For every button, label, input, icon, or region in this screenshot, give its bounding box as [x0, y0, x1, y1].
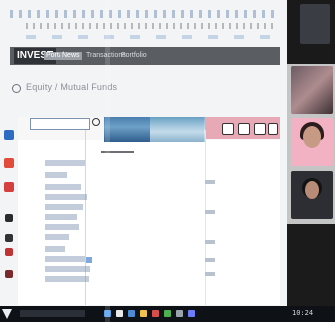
app-icon[interactable] [4, 130, 14, 140]
taskbar-app-icon[interactable] [116, 310, 123, 317]
avatar-face [303, 126, 321, 148]
list-item[interactable] [45, 184, 81, 190]
app-icon[interactable] [4, 182, 14, 192]
taskbar-app-icon[interactable] [176, 310, 183, 317]
profile-icon[interactable] [238, 123, 250, 135]
column-divider [205, 130, 206, 305]
participant-tile[interactable] [291, 171, 333, 219]
list-item[interactable] [45, 194, 87, 200]
taskbar-app-icon[interactable] [128, 310, 135, 317]
taskbar-search[interactable] [20, 310, 85, 317]
list-item[interactable] [45, 266, 90, 272]
photo-glare [105, 0, 110, 322]
browser-toolbar[interactable] [10, 10, 280, 18]
list-item[interactable] [45, 204, 83, 210]
list-value [205, 180, 215, 184]
monitor-edge-detail [300, 4, 330, 44]
address-bar[interactable] [26, 35, 278, 39]
list-item[interactable] [45, 214, 77, 220]
taskbar-app-icon[interactable] [152, 310, 159, 317]
nav-tab-news[interactable]: News [60, 52, 82, 60]
list-item[interactable] [45, 160, 85, 166]
list-item[interactable] [45, 256, 85, 262]
app-icon[interactable] [5, 234, 13, 242]
left-dock [0, 110, 18, 310]
user-icon[interactable] [222, 123, 234, 135]
app-icon[interactable] [5, 214, 13, 222]
account-selector[interactable] [30, 118, 90, 130]
bookmarks-bar[interactable] [26, 23, 276, 29]
list-item[interactable] [45, 246, 65, 252]
list-value [205, 210, 215, 214]
list-item[interactable] [45, 276, 89, 282]
app-icon[interactable] [4, 158, 14, 168]
participant-tile[interactable] [291, 66, 333, 114]
avatar-face [305, 181, 319, 199]
list-item[interactable] [45, 224, 79, 230]
menu-icon[interactable] [268, 123, 278, 135]
settings-icon[interactable] [254, 123, 266, 135]
search-icon[interactable] [92, 118, 100, 126]
app-icon[interactable] [5, 248, 13, 256]
banner-image-2 [150, 117, 205, 142]
participant-tile[interactable] [291, 118, 333, 166]
taskbar-app-icon[interactable] [164, 310, 171, 317]
list-value [205, 272, 215, 276]
screen: INVEST Portal News Transactions Portfoli… [0, 0, 335, 322]
page-title: Equity / Mutual Funds [26, 82, 118, 92]
taskbar-clock: 10:24 [292, 309, 314, 317]
app-icon[interactable] [5, 270, 13, 278]
page-title-icon [12, 84, 21, 93]
list-item[interactable] [45, 234, 69, 240]
list-value [205, 240, 215, 244]
list-value [205, 258, 215, 262]
taskbar-app-icon[interactable] [140, 310, 147, 317]
nav-tab-portfolio[interactable]: Portfolio [121, 52, 147, 60]
list-item[interactable] [45, 172, 67, 178]
taskbar-app-icon[interactable] [188, 310, 195, 317]
selected-marker [86, 257, 92, 263]
